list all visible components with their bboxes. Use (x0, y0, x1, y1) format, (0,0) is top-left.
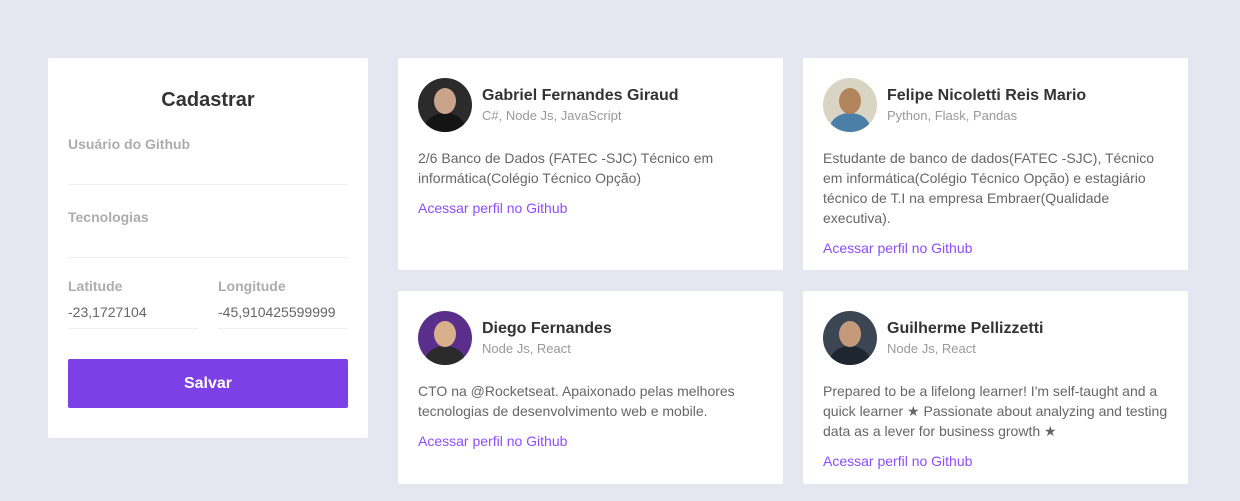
dev-info: Gabriel Fernandes Giraud C#, Node Js, Ja… (482, 86, 679, 124)
latitude-label: Latitude (68, 278, 123, 294)
avatar (418, 78, 472, 132)
github-user-label: Usuário do Github (68, 136, 191, 152)
github-user-input[interactable] (68, 153, 348, 185)
dev-card-header: Guilherme Pellizzetti Node Js, React (823, 311, 1168, 365)
dev-bio: Estudante de banco de dados(FATEC -SJC),… (823, 150, 1154, 226)
dev-techs: Node Js, React (887, 341, 976, 356)
dev-name: Felipe Nicoletti Reis Mario (887, 87, 1087, 104)
save-button[interactable]: Salvar (68, 359, 348, 408)
register-form-panel: Cadastrar Usuário do Github Tecnologias … (48, 58, 368, 438)
github-profile-link[interactable]: Acessar perfil no Github (418, 431, 567, 451)
techs-field: Tecnologias (68, 209, 348, 258)
dev-name: Guilherme Pellizzetti (887, 320, 1044, 337)
avatar (823, 311, 877, 365)
avatar (418, 311, 472, 365)
dev-info: Felipe Nicoletti Reis Mario Python, Flas… (887, 86, 1086, 124)
github-user-field: Usuário do Github (68, 136, 348, 185)
github-profile-link[interactable]: Acessar perfil no Github (418, 198, 567, 218)
dev-card: Gabriel Fernandes Giraud C#, Node Js, Ja… (398, 58, 783, 270)
techs-label: Tecnologias (68, 209, 149, 225)
dev-name: Gabriel Fernandes Giraud (482, 87, 679, 104)
dev-card: Felipe Nicoletti Reis Mario Python, Flas… (803, 58, 1188, 270)
dev-bio: CTO na @Rocketseat. Apaixonado pelas mel… (418, 383, 735, 419)
dev-techs: C#, Node Js, JavaScript (482, 108, 622, 123)
dev-name: Diego Fernandes (482, 320, 612, 337)
longitude-input[interactable] (218, 295, 348, 329)
longitude-label: Longitude (218, 278, 286, 294)
github-profile-link[interactable]: Acessar perfil no Github (823, 238, 972, 258)
github-profile-link[interactable]: Acessar perfil no Github (823, 451, 972, 471)
dev-bio: 2/6 Banco de Dados (FATEC -SJC) Técnico … (418, 150, 714, 186)
dev-bio: Prepared to be a lifelong learner! I'm s… (823, 383, 1168, 439)
dev-card-header: Diego Fernandes Node Js, React (418, 311, 763, 365)
longitude-field: Longitude (218, 278, 348, 329)
register-form: Usuário do Github Tecnologias Latitude L… (68, 136, 348, 408)
dev-techs: Python, Flask, Pandas (887, 108, 1018, 123)
dev-card-header: Felipe Nicoletti Reis Mario Python, Flas… (823, 78, 1168, 132)
dev-info: Guilherme Pellizzetti Node Js, React (887, 319, 1043, 357)
dev-info: Diego Fernandes Node Js, React (482, 319, 612, 357)
form-title: Cadastrar (161, 89, 255, 111)
latitude-input[interactable] (68, 295, 198, 329)
dev-card: Guilherme Pellizzetti Node Js, React Pre… (803, 291, 1188, 484)
dev-card-header: Gabriel Fernandes Giraud C#, Node Js, Ja… (418, 78, 763, 132)
avatar (823, 78, 877, 132)
latitude-field: Latitude (68, 278, 198, 329)
dev-card: Diego Fernandes Node Js, React CTO na @R… (398, 291, 783, 484)
coordinates-group: Latitude Longitude (68, 278, 348, 329)
techs-input[interactable] (68, 226, 348, 258)
dev-techs: Node Js, React (482, 341, 571, 356)
